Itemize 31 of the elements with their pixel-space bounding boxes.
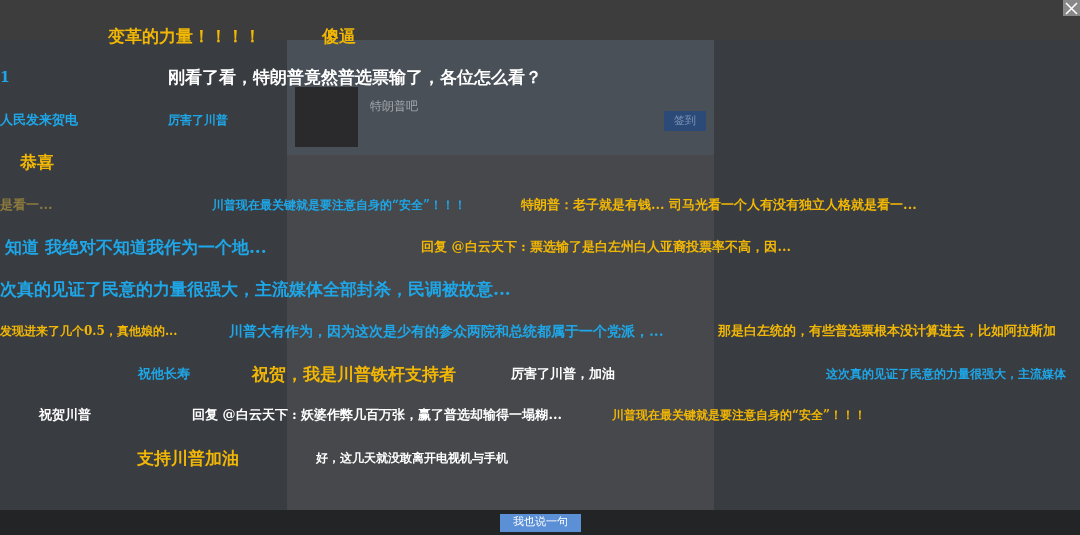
bullet-comment: 1 — [0, 69, 10, 87]
bullet-comment: 人民发来贺电 — [0, 112, 78, 129]
close-button[interactable] — [1063, 0, 1080, 16]
bullet-comment: 知道 我绝对不知道我作为一个地... — [5, 237, 267, 259]
bullet-comment: 变革的力量！！！！ — [108, 26, 261, 48]
bullet-comment: 祝他长寿 — [138, 366, 190, 383]
bullet-comment: 回复 @白云天下 : 票选输了是白左州白人亚裔投票率不高，因... — [421, 239, 791, 256]
sign-in-button[interactable]: 签到 — [663, 111, 706, 131]
bullet-comment: 回复 @白云天下 : 妖婆作弊几百万张，赢了普选却输得一塌糊... — [192, 407, 562, 424]
close-icon — [1065, 1, 1078, 15]
bullet-comment: 恭喜 — [20, 152, 54, 174]
bullet-comment: 川普现在最关键就是要注意自身的“安全”！！！ — [212, 198, 466, 213]
bullet-comment: 这次真的见证了民意的力量很强大，主流媒体 — [826, 367, 1066, 382]
bullet-comment: 川普大有作为，因为这次是少有的参众两院和总统都属于一个党派，... — [229, 323, 664, 341]
bullet-comment: 祝贺川普 — [39, 407, 91, 424]
bullet-comment: 厉害了川普 — [168, 113, 228, 128]
post-button[interactable]: 我也说一句 — [499, 513, 581, 532]
bullet-comment: 发现进来了几个0.5，真他娘的... — [0, 324, 178, 339]
bullet-comment: 厉害了川普，加油 — [511, 366, 615, 383]
bullet-comment: 刚看了看，特朗普竟然普选票输了，各位怎么看？ — [168, 67, 542, 89]
bullet-comment: 是看一... — [0, 197, 53, 214]
bullet-comment: 傻逼 — [322, 26, 356, 48]
bullet-comment: 支持川普加油 — [137, 448, 239, 470]
bullet-comment: 次真的见证了民意的力量很强大，主流媒体全部封杀，民调被故意... — [0, 279, 511, 301]
bullet-comment: 好，这几天就没敢离开电视机与手机 — [316, 451, 508, 466]
bullet-comment: 祝贺，我是川普铁杆支持者 — [252, 364, 456, 386]
bullet-comment: 那是白左统的，有些普选票根本没计算进去，比如阿拉斯加 — [718, 323, 1056, 340]
bullet-comment: 川普现在最关键就是要注意自身的“安全”！！！ — [612, 408, 866, 423]
forum-name: 特朗普吧 — [369, 98, 418, 115]
photo-placeholder — [294, 87, 358, 147]
bullet-comment: 特朗普：老子就是有钱... 司马光看一个人有没有独立人格就是看一... — [521, 197, 917, 214]
